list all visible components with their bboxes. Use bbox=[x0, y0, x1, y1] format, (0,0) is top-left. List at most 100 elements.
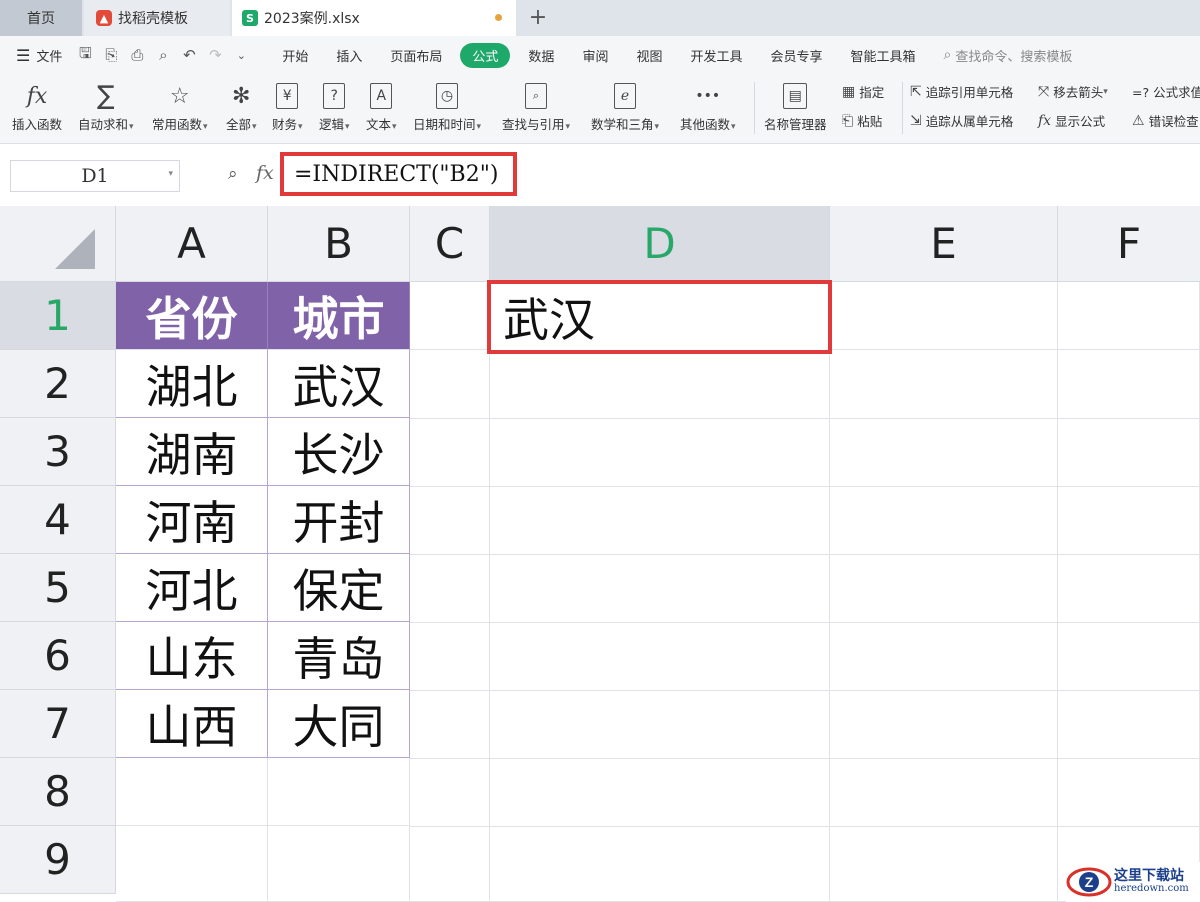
column-d-cells[interactable] bbox=[490, 350, 830, 902]
watermark: Z 这里下载站 heredown.com bbox=[1066, 862, 1200, 902]
watermark-cn: 这里下载站 bbox=[1114, 868, 1184, 885]
menu-tab-review[interactable]: 审阅 bbox=[568, 46, 622, 65]
menu-tab-page-layout[interactable]: 页面布局 bbox=[376, 46, 456, 65]
cell-a8[interactable] bbox=[116, 758, 268, 826]
gridline bbox=[410, 622, 1200, 623]
cell-b5[interactable]: 保定 bbox=[268, 554, 410, 622]
cell-a6[interactable]: 山东 bbox=[116, 622, 268, 690]
menu-tab-home[interactable]: 开始 bbox=[268, 46, 322, 65]
menu-tab-member[interactable]: 会员专享 bbox=[756, 46, 836, 65]
column-header-d[interactable]: D bbox=[490, 206, 830, 282]
row-header-9[interactable]: 9 bbox=[0, 826, 116, 894]
tab-bar: 首页 ▲ 找稻壳模板 S 2023案例.xlsx + bbox=[0, 0, 1200, 36]
menu-tab-view[interactable]: 视图 bbox=[622, 46, 676, 65]
text-functions-label: 文本▾ bbox=[366, 117, 397, 132]
cell-a4[interactable]: 河南 bbox=[116, 486, 268, 554]
autosum-button[interactable]: ∑ 自动求和▾ bbox=[78, 78, 134, 133]
column-header-f[interactable]: F bbox=[1058, 206, 1200, 282]
name-manager-button[interactable]: ▤ 名称管理器 bbox=[764, 78, 827, 133]
quick-access-toolbar: 🖫 ⎘ ⎙ ⌕ ↶ ↷ ⌄ bbox=[76, 43, 250, 68]
customize-dropdown-icon[interactable]: ⌄ bbox=[232, 49, 250, 62]
name-box[interactable]: D1 ▾ bbox=[10, 160, 180, 192]
menu-tab-developer[interactable]: 开发工具 bbox=[676, 46, 756, 65]
new-tab-plus-icon[interactable]: + bbox=[526, 4, 550, 30]
cell-b4[interactable]: 开封 bbox=[268, 486, 410, 554]
cell-e1[interactable] bbox=[830, 282, 1058, 350]
row-header-5[interactable]: 5 bbox=[0, 554, 116, 622]
cell-b7[interactable]: 大同 bbox=[268, 690, 410, 758]
menu-tab-formulas[interactable]: 公式 bbox=[460, 42, 511, 68]
tab-workbook[interactable]: S 2023案例.xlsx bbox=[232, 0, 516, 36]
cell-a5[interactable]: 河北 bbox=[116, 554, 268, 622]
formula-evaluate-button[interactable]: =? 公式求值 bbox=[1132, 82, 1200, 101]
tab-home[interactable]: 首页 bbox=[0, 0, 82, 36]
ribbon-separator bbox=[902, 82, 903, 134]
redo-icon[interactable]: ↷ bbox=[206, 46, 224, 64]
cell-d1[interactable]: 武汉 bbox=[487, 280, 832, 354]
lookup-functions-label: 查找与引用▾ bbox=[502, 117, 571, 132]
paste-icon: ⎗ bbox=[842, 112, 854, 129]
error-check-button[interactable]: ⚠ 错误检查 bbox=[1132, 111, 1199, 130]
specify-button[interactable]: ▦ 指定 bbox=[842, 82, 884, 101]
show-formulas-button[interactable]: fx 显示公式 bbox=[1038, 111, 1105, 130]
cell-b9[interactable] bbox=[268, 826, 410, 902]
cell-b8[interactable] bbox=[268, 758, 410, 826]
row-header-1[interactable]: 1 bbox=[0, 282, 116, 350]
cell-a9[interactable] bbox=[116, 826, 268, 902]
insert-function-button[interactable]: fx 插入函数 bbox=[12, 78, 62, 133]
row-header-4[interactable]: 4 bbox=[0, 486, 116, 554]
finance-functions-button[interactable]: ¥ 财务▾ bbox=[272, 78, 303, 133]
column-f-cells[interactable] bbox=[1058, 350, 1200, 902]
chevron-down-icon[interactable]: ▾ bbox=[168, 169, 173, 179]
row-header-7[interactable]: 7 bbox=[0, 690, 116, 758]
cell-f1[interactable] bbox=[1058, 282, 1200, 350]
menu-tab-toolbox[interactable]: 智能工具箱 bbox=[837, 46, 930, 65]
other-functions-button[interactable]: ••• 其他函数▾ bbox=[680, 78, 736, 133]
undo-icon[interactable]: ↶ bbox=[180, 46, 198, 64]
column-header-c[interactable]: C bbox=[410, 206, 490, 282]
remove-arrows-button[interactable]: ⤧ 移去箭头 ▾ bbox=[1038, 82, 1108, 101]
row-header-8[interactable]: 8 bbox=[0, 758, 116, 826]
trace-dependents-button[interactable]: ⇲ 追踪从属单元格 bbox=[910, 111, 1013, 130]
zoom-search-icon[interactable]: ⌕ bbox=[228, 164, 238, 184]
trace-precedents-button[interactable]: ⇱ 追踪引用单元格 bbox=[910, 82, 1013, 101]
menu-tab-data[interactable]: 数据 bbox=[514, 46, 568, 65]
column-c-cells[interactable] bbox=[410, 350, 490, 902]
cell-b2[interactable]: 武汉 bbox=[268, 350, 410, 418]
column-header-b[interactable]: B bbox=[268, 206, 410, 282]
cell-a3[interactable]: 湖南 bbox=[116, 418, 268, 486]
cell-b1[interactable]: 城市 bbox=[268, 282, 410, 350]
cell-a7[interactable]: 山西 bbox=[116, 690, 268, 758]
common-functions-button[interactable]: ☆ 常用函数▾ bbox=[152, 78, 208, 133]
lookup-functions-button[interactable]: ⌕ 查找与引用▾ bbox=[502, 78, 570, 133]
math-functions-button[interactable]: e 数学和三角▾ bbox=[591, 78, 659, 133]
print-preview-icon[interactable]: ⌕ bbox=[154, 46, 172, 64]
cell-c1[interactable] bbox=[410, 282, 490, 350]
paste-name-button[interactable]: ⎗ 粘贴 bbox=[842, 111, 882, 130]
cell-b3[interactable]: 长沙 bbox=[268, 418, 410, 486]
cell-a2[interactable]: 湖北 bbox=[116, 350, 268, 418]
select-all-corner[interactable] bbox=[0, 206, 116, 282]
column-header-e[interactable]: E bbox=[830, 206, 1058, 282]
column-e-cells[interactable] bbox=[830, 350, 1058, 902]
row-header-2[interactable]: 2 bbox=[0, 350, 116, 418]
formula-input[interactable]: =INDIRECT("B2") bbox=[280, 152, 517, 196]
logic-functions-button[interactable]: ? 逻辑▾ bbox=[319, 78, 350, 133]
text-functions-button[interactable]: A 文本▾ bbox=[366, 78, 397, 133]
row-header-6[interactable]: 6 bbox=[0, 622, 116, 690]
datetime-functions-button[interactable]: ◷ 日期和时间▾ bbox=[413, 78, 481, 133]
row-header-3[interactable]: 3 bbox=[0, 418, 116, 486]
cell-a1[interactable]: 省份 bbox=[116, 282, 268, 350]
export-icon[interactable]: ⎘ bbox=[102, 46, 120, 64]
menu-tab-insert[interactable]: 插入 bbox=[322, 46, 376, 65]
cell-b6[interactable]: 青岛 bbox=[268, 622, 410, 690]
column-header-a[interactable]: A bbox=[116, 206, 268, 282]
command-search[interactable]: ⌕ 查找命令、搜索模板 bbox=[944, 46, 1073, 65]
print-icon[interactable]: ⎙ bbox=[128, 46, 146, 64]
file-menu-button[interactable]: ☰ 文件 bbox=[16, 46, 62, 65]
all-functions-button[interactable]: ✻ 全部▾ bbox=[226, 78, 257, 133]
tab-template-store[interactable]: ▲ 找稻壳模板 bbox=[84, 0, 230, 36]
fx-icon[interactable]: fx bbox=[256, 162, 274, 184]
save-icon[interactable]: 🖫 bbox=[76, 43, 94, 68]
star-icon: ☆ bbox=[169, 83, 190, 109]
